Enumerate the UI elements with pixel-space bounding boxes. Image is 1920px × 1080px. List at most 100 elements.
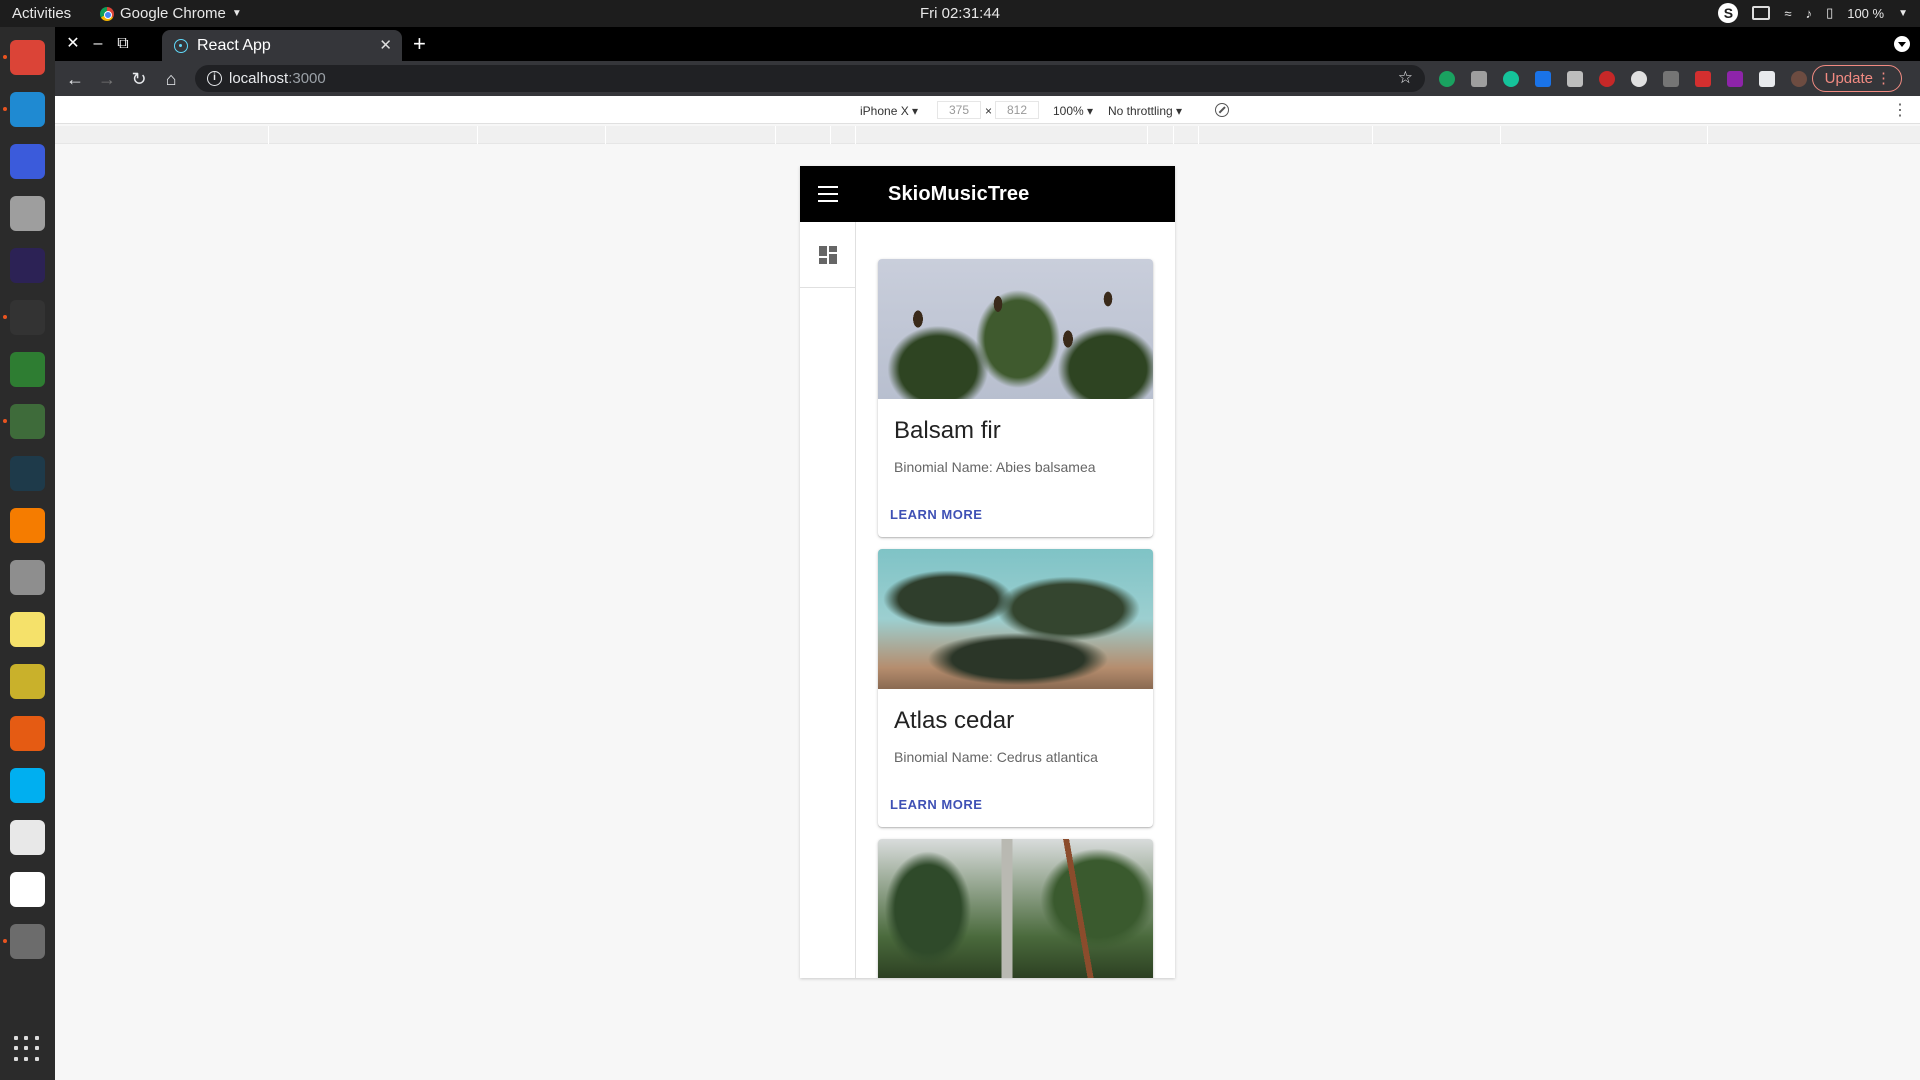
app-menu[interactable]: Google Chrome ▼	[100, 5, 242, 22]
device-select-label: iPhone X	[860, 104, 909, 118]
throttling-select[interactable]: No throttling ▾	[1108, 104, 1182, 118]
show-applications-icon[interactable]	[14, 1036, 40, 1062]
notes-icon[interactable]	[10, 612, 45, 647]
main-content: Balsam fir Binomial Name: Abies balsamea…	[856, 222, 1175, 978]
card-image[interactable]	[878, 259, 1153, 399]
running-indicator	[3, 315, 7, 319]
remote-desktop-icon[interactable]	[10, 144, 45, 179]
eclipse-icon[interactable]	[10, 248, 45, 283]
react-favicon-icon	[174, 39, 188, 53]
extension-box-icon[interactable]	[1663, 71, 1679, 87]
card-image[interactable]	[878, 839, 1153, 978]
ruler-icon[interactable]	[10, 664, 45, 699]
tree-card-atlas-cedar: Atlas cedar Binomial Name: Cedrus atlant…	[878, 549, 1153, 827]
files-icon[interactable]	[10, 196, 45, 231]
address-bar[interactable]: i localhost:3000 ☆	[195, 65, 1425, 92]
sqlite-icon[interactable]	[10, 404, 45, 439]
firefox-icon[interactable]	[10, 716, 45, 751]
url-host: localhost	[229, 70, 289, 87]
throttling-label: No throttling	[1108, 104, 1173, 118]
bookmark-star-icon[interactable]: ☆	[1398, 68, 1413, 88]
dimension-separator: ×	[985, 104, 993, 118]
side-drawer	[800, 222, 856, 978]
network-drive-icon[interactable]	[1752, 6, 1771, 20]
clock[interactable]: Fri 02:31:44	[0, 5, 1920, 22]
wifi-icon[interactable]: ≈	[1784, 6, 1791, 21]
tab-title: React App	[197, 37, 271, 54]
vlc-icon[interactable]	[10, 508, 45, 543]
card-image[interactable]	[878, 549, 1153, 689]
minimize-window-icon[interactable]: –	[88, 34, 108, 54]
device-toolbar: iPhone X ▾ 375 × 812 100% ▾ No throttlin…	[55, 96, 1920, 124]
menu-icon[interactable]	[818, 186, 838, 202]
update-button[interactable]: Update ⋮	[1811, 65, 1902, 92]
extension-green-icon[interactable]	[1439, 71, 1455, 87]
grammarly-icon[interactable]	[1503, 71, 1519, 87]
code-editor-icon[interactable]	[10, 872, 45, 907]
settings-icon[interactable]	[10, 560, 45, 595]
url-port: :3000	[288, 70, 326, 87]
extension-cloud-icon[interactable]	[1631, 71, 1647, 87]
battery-label: 100 %	[1847, 5, 1885, 21]
chrome-icon	[100, 6, 114, 21]
app-title: SkioMusicTree	[888, 183, 1030, 205]
software-updater-icon[interactable]	[10, 924, 45, 959]
system-monitor-icon[interactable]	[10, 456, 45, 491]
profile-avatar[interactable]	[1791, 71, 1807, 87]
drawer-item-dashboard[interactable]	[800, 222, 856, 288]
url-text: localhost:3000	[229, 70, 326, 87]
update-label: Update	[1824, 70, 1873, 87]
activities-button[interactable]: Activities	[12, 5, 71, 22]
more-menu-icon: ⋮	[1876, 70, 1891, 87]
tree-card-partial	[878, 839, 1153, 978]
height-input[interactable]: 812	[995, 101, 1039, 119]
extension-red-icon[interactable]	[1695, 71, 1711, 87]
chrome-icon[interactable]	[10, 40, 45, 75]
back-icon[interactable]: ←	[63, 67, 87, 91]
tree-card-balsam-fir: Balsam fir Binomial Name: Abies balsamea…	[878, 259, 1153, 537]
home-icon[interactable]: ⌂	[159, 67, 183, 91]
card-title: Balsam fir	[894, 417, 1001, 444]
terminal-icon[interactable]	[10, 300, 45, 335]
tab-search-icon[interactable]	[1894, 36, 1910, 52]
site-info-icon[interactable]: i	[207, 71, 222, 86]
width-input[interactable]: 375	[937, 101, 981, 119]
app-menu-label: Google Chrome	[120, 5, 226, 22]
reload-icon[interactable]: ↻	[127, 67, 151, 91]
rotate-icon[interactable]	[1215, 103, 1229, 117]
desktop: Activities Google Chrome ▼ Fri 02:31:44 …	[0, 0, 1920, 1080]
extension-vue-icon[interactable]	[1471, 71, 1487, 87]
ublock-icon[interactable]	[1599, 71, 1615, 87]
robo3t-icon[interactable]	[10, 352, 45, 387]
charts-icon[interactable]	[10, 820, 45, 855]
chevron-down-icon[interactable]: ▼	[1898, 8, 1908, 19]
learn-more-button[interactable]: LEARN MORE	[890, 507, 982, 522]
running-indicator	[3, 55, 7, 59]
skype-icon[interactable]	[10, 768, 45, 803]
more-options-icon[interactable]: ⋮	[1892, 100, 1908, 120]
battery-icon[interactable]: ▯	[1826, 5, 1833, 21]
learn-more-button[interactable]: LEARN MORE	[890, 797, 982, 812]
media-query-bar[interactable]	[55, 126, 1920, 144]
new-tab-button[interactable]: +	[413, 31, 426, 57]
close-window-icon[interactable]: ✕	[63, 34, 83, 54]
zoom-select[interactable]: 100% ▾	[1053, 104, 1093, 118]
dashboard-icon	[819, 246, 837, 264]
restore-window-icon[interactable]: ⧉	[113, 34, 133, 54]
volume-icon[interactable]: ♪	[1806, 6, 1813, 21]
system-tray[interactable]: S ≈ ♪ ▯ 100 % ▼	[1718, 3, 1908, 23]
vscode-icon[interactable]	[10, 92, 45, 127]
system-top-bar: Activities Google Chrome ▼ Fri 02:31:44 …	[0, 0, 1920, 27]
running-indicator	[3, 419, 7, 423]
device-select[interactable]: iPhone X ▾	[860, 104, 918, 118]
skype-tray-icon[interactable]: S	[1718, 3, 1739, 23]
extension-blue-icon[interactable]	[1535, 71, 1551, 87]
running-indicator	[3, 939, 7, 943]
card-subtitle: Binomial Name: Cedrus atlantica	[894, 749, 1098, 765]
extension-gray-icon[interactable]	[1567, 71, 1583, 87]
close-tab-icon[interactable]: ✕	[379, 36, 392, 54]
extensions-puzzle-icon[interactable]	[1759, 71, 1775, 87]
forward-icon[interactable]: →	[95, 67, 119, 91]
extension-purple-icon[interactable]	[1727, 71, 1743, 87]
tab-react-app[interactable]: React App ✕	[162, 30, 402, 61]
